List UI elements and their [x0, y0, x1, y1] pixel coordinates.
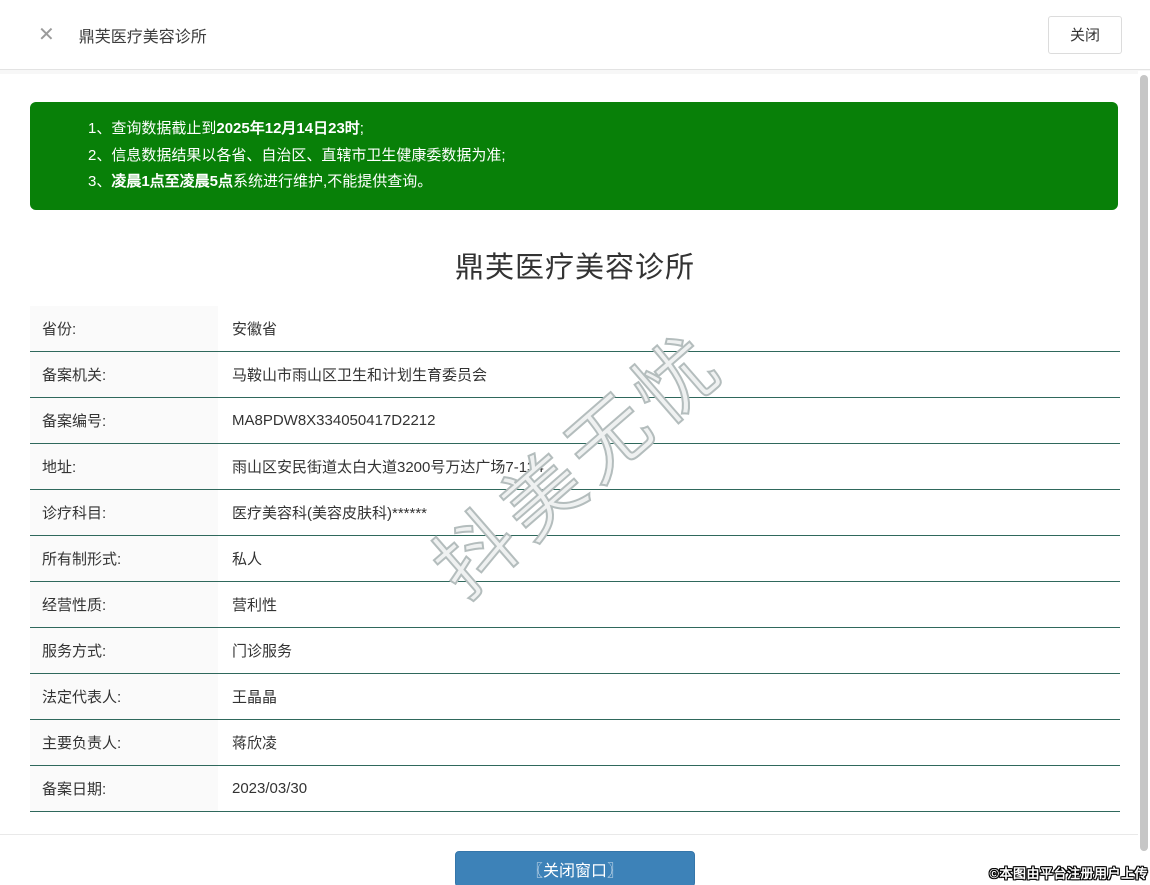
page-title: 鼎芙医疗美容诊所 — [454, 251, 695, 284]
table-row: 服务方式: 门诊服务 — [30, 627, 1120, 674]
table-row: 主要负责人: 蒋欣凌 — [30, 719, 1120, 766]
table-row: 所有制形式: 私人 — [30, 535, 1120, 582]
table-row: 备案编号: MA8PDW8X334050417D2212 — [30, 397, 1120, 444]
field-label: 地址: — [30, 443, 218, 489]
table-row: 备案机关: 马鞍山市雨山区卫生和计划生育委员会 — [30, 351, 1120, 398]
scrollbar-track[interactable] — [1138, 71, 1150, 885]
window-title: 鼎芙医疗美容诊所 — [78, 28, 207, 46]
notice-line: 2、信息数据结果以各省、自治区、直辖市卫生健康委数据为准; — [88, 146, 506, 164]
field-value: 安徽省 — [218, 305, 1120, 351]
notice-box: 1、查询数据截止到2025年12月14日23时; 2、信息数据结果以各省、自治区… — [30, 102, 1118, 210]
field-value: 医疗美容科(美容皮肤科)****** — [218, 489, 1120, 535]
scrollbar-thumb[interactable] — [1140, 75, 1148, 851]
footer: 〖关闭窗口〗 — [0, 835, 1150, 885]
field-label: 备案机关: — [30, 351, 218, 397]
field-label: 所有制形式: — [30, 535, 218, 581]
table-row: 地址: 雨山区安民街道太白大道3200号万达广场7-134 — [30, 443, 1120, 490]
table-row: 省份: 安徽省 — [30, 305, 1120, 352]
field-label: 诊疗科目: — [30, 489, 218, 535]
field-value: 雨山区安民街道太白大道3200号万达广场7-134 — [218, 443, 1120, 489]
field-value: 营利性 — [218, 581, 1120, 627]
table-row: 诊疗科目: 医疗美容科(美容皮肤科)****** — [30, 489, 1120, 536]
field-value: MA8PDW8X334050417D2212 — [218, 397, 1120, 443]
close-window-button[interactable]: 〖关闭窗口〗 — [455, 850, 695, 885]
field-label: 服务方式: — [30, 627, 218, 673]
field-value: 马鞍山市雨山区卫生和计划生育委员会 — [218, 351, 1120, 397]
field-label: 经营性质: — [30, 581, 218, 627]
field-label: 主要负责人: — [30, 719, 218, 765]
field-value: 王晶晶 — [218, 673, 1120, 719]
field-value: 蒋欣凌 — [218, 719, 1120, 765]
field-label: 备案编号: — [30, 397, 218, 443]
copyright-watermark: ©本图由平台注册用户上传 — [989, 866, 1148, 881]
info-table: 省份: 安徽省 备案机关: 马鞍山市雨山区卫生和计划生育委员会 备案编号: MA… — [30, 305, 1120, 812]
field-label: 省份: — [30, 305, 218, 351]
header-divider — [0, 70, 1150, 74]
field-value: 2023/03/30 — [218, 765, 1120, 811]
notice-line: 1、查询数据截止到2025年12月14日23时; — [88, 120, 364, 137]
close-x-icon[interactable]: ✕ — [38, 25, 55, 45]
titlebar: ✕ 鼎芙医疗美容诊所 关闭 — [0, 0, 1150, 70]
close-button[interactable]: 关闭 — [1048, 15, 1122, 54]
table-row: 法定代表人: 王晶晶 — [30, 673, 1120, 720]
table-row: 备案日期: 2023/03/30 — [30, 765, 1120, 812]
field-value: 私人 — [218, 535, 1120, 581]
field-label: 法定代表人: — [30, 673, 218, 719]
table-row: 经营性质: 营利性 — [30, 581, 1120, 628]
field-label: 备案日期: — [30, 765, 218, 811]
field-value: 门诊服务 — [218, 627, 1120, 673]
notice-line: 3、凌晨1点至凌晨5点系统进行维护,不能提供查询。 — [88, 173, 433, 190]
